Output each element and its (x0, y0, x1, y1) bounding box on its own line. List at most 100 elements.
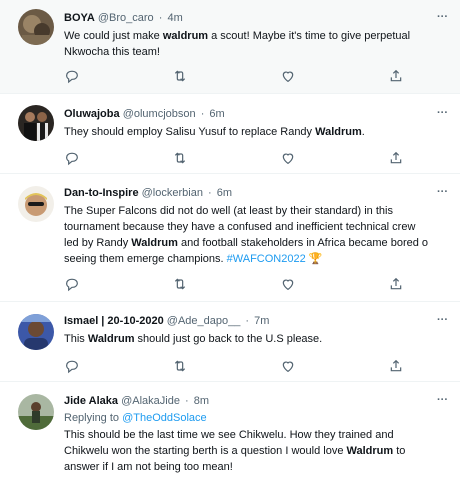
tweet[interactable]: Oluwajoba @olumcjobson · 6m ··· They sho… (0, 94, 460, 174)
more-options-icon[interactable]: ··· (437, 186, 448, 198)
separator-dot: · (158, 12, 163, 24)
separator-dot: · (185, 395, 189, 407)
trophy-emoji: 🏆 (305, 253, 323, 265)
like-icon[interactable] (280, 276, 296, 292)
tweet-content: Ismael | 20-10-2020 @Ade_dapo__ · 7m ···… (64, 314, 460, 347)
more-options-icon[interactable]: ··· (437, 11, 448, 23)
retweet-icon[interactable] (172, 358, 188, 374)
reply-icon[interactable] (64, 358, 80, 374)
search-highlight: waldrum (162, 30, 209, 42)
tweet-content: Oluwajoba @olumcjobson · 6m ··· They sho… (64, 107, 460, 140)
tweet-content: Dan-to-Inspire @lockerbian · 6m ··· The … (64, 186, 460, 267)
text-span: They should employ Salisu Yusuf to repla… (64, 126, 316, 138)
tweet-header: BOYA @Bro_caro · 4m (64, 11, 460, 26)
tweet-time[interactable]: 6m (209, 108, 224, 120)
display-name[interactable]: Oluwajoba (64, 108, 120, 120)
tweet-text-line: This Waldrum should just go back to the … (64, 331, 460, 347)
display-name[interactable]: Ismael | 20-10-2020 (64, 315, 164, 327)
tweet-time[interactable]: 4m (167, 12, 182, 24)
retweet-icon[interactable] (172, 68, 188, 84)
avatar[interactable] (18, 105, 54, 141)
text-span: led by Randy (64, 237, 132, 249)
search-highlight: Waldrum (87, 333, 135, 345)
user-handle[interactable]: @Bro_caro (98, 12, 154, 24)
tweet-text: They should employ Salisu Yusuf to repla… (64, 124, 460, 140)
tweet[interactable]: Jide Alaka @AlakaJide · 8m ··· Replying … (0, 382, 460, 479)
avatar[interactable] (18, 186, 54, 222)
reply-icon[interactable] (64, 68, 80, 84)
tweet-content: BOYA @Bro_caro · 4m ··· We could just ma… (64, 11, 460, 60)
tweet[interactable]: Ismael | 20-10-2020 @Ade_dapo__ · 7m ···… (0, 302, 460, 382)
separator-dot: · (245, 315, 250, 327)
tweet-content: Jide Alaka @AlakaJide · 8m ··· Replying … (64, 394, 460, 475)
tweet-actions (64, 150, 424, 166)
tweet-text-line: seeing them emerge champions. #WAFCON202… (64, 251, 460, 267)
user-handle[interactable]: @AlakaJide (121, 395, 180, 407)
user-handle[interactable]: @olumcjobson (123, 108, 196, 120)
avatar[interactable] (18, 9, 54, 45)
retweet-icon[interactable] (172, 150, 188, 166)
tweet-text-line: tournament because they have a confused … (64, 219, 460, 235)
tweet-time[interactable]: 8m (194, 395, 209, 407)
share-icon[interactable] (388, 358, 404, 374)
tweet-text-line: answer if I am not being too mean! (64, 459, 460, 475)
share-icon[interactable] (388, 150, 404, 166)
tweet-actions (64, 68, 424, 84)
user-handle[interactable]: @Ade_dapo__ (167, 315, 241, 327)
more-options-icon[interactable]: ··· (437, 394, 448, 406)
tweet-text: This should be the last time we see Chik… (64, 427, 460, 475)
like-icon[interactable] (280, 150, 296, 166)
display-name[interactable]: Jide Alaka (64, 395, 118, 407)
tweet-time[interactable]: 6m (217, 187, 232, 199)
tweet-actions (64, 276, 424, 292)
tweet-text: The Super Falcons did not do well (at le… (64, 203, 460, 267)
mention-link[interactable]: @TheOddSolace (122, 412, 207, 424)
tweet-time[interactable]: 7m (254, 315, 269, 327)
separator-dot: · (200, 108, 205, 120)
tweet-header: Dan-to-Inspire @lockerbian · 6m (64, 186, 460, 201)
tweet-feed: BOYA @Bro_caro · 4m ··· We could just ma… (0, 0, 460, 479)
user-handle[interactable]: @lockerbian (142, 187, 203, 199)
like-icon[interactable] (280, 68, 296, 84)
retweet-icon[interactable] (172, 276, 188, 292)
search-highlight: Waldrum (315, 126, 362, 138)
avatar[interactable] (18, 394, 54, 430)
search-highlight: Waldrum (131, 237, 178, 249)
tweet-header: Oluwajoba @olumcjobson · 6m (64, 107, 460, 122)
tweet[interactable]: Dan-to-Inspire @lockerbian · 6m ··· The … (0, 174, 460, 302)
tweet-text: This Waldrum should just go back to the … (64, 331, 460, 347)
reply-icon[interactable] (64, 276, 80, 292)
tweet-text-line: This should be the last time we see Chik… (64, 427, 460, 443)
tweet-actions (64, 358, 424, 374)
separator-dot: · (208, 187, 212, 199)
text-span: This should be the last time we see Chik… (64, 429, 394, 441)
text-span: to (393, 445, 406, 457)
display-name[interactable]: BOYA (64, 12, 95, 24)
text-span: Nkwocha this team! (64, 46, 160, 58)
replying-to: Replying to @TheOddSolace (64, 410, 460, 426)
more-options-icon[interactable]: ··· (437, 107, 448, 119)
tweet-text: We could just make waldrum a scout! Mayb… (64, 28, 460, 60)
text-span: We could just make (64, 30, 163, 42)
reply-icon[interactable] (64, 150, 80, 166)
text-span: seeing them emerge champions. (64, 253, 227, 265)
tweet-text-line: We could just make waldrum a scout! Mayb… (64, 28, 460, 44)
tweet-header: Jide Alaka @AlakaJide · 8m (64, 394, 460, 409)
text-span: and football stakeholders in Africa beca… (177, 237, 429, 249)
tweet-text-line: They should employ Salisu Yusuf to repla… (64, 124, 460, 140)
more-options-icon[interactable]: ··· (437, 314, 448, 326)
text-span: should just go back to the U.S please. (134, 333, 323, 345)
share-icon[interactable] (388, 68, 404, 84)
search-highlight: Waldrum (346, 445, 394, 457)
display-name[interactable]: Dan-to-Inspire (64, 187, 139, 199)
avatar[interactable] (18, 314, 54, 350)
text-span: tournament because they have a confused … (64, 221, 416, 233)
tweet[interactable]: BOYA @Bro_caro · 4m ··· We could just ma… (0, 0, 460, 94)
hashtag-link[interactable]: #WAFCON2022 (227, 253, 306, 265)
replying-to-label: Replying to (64, 412, 123, 424)
text-span: The Super Falcons did not do well (at le… (64, 205, 393, 217)
text-span: . (361, 126, 365, 138)
like-icon[interactable] (280, 358, 296, 374)
share-icon[interactable] (388, 276, 404, 292)
tweet-text-line: led by Randy Waldrum and football stakeh… (64, 235, 460, 251)
